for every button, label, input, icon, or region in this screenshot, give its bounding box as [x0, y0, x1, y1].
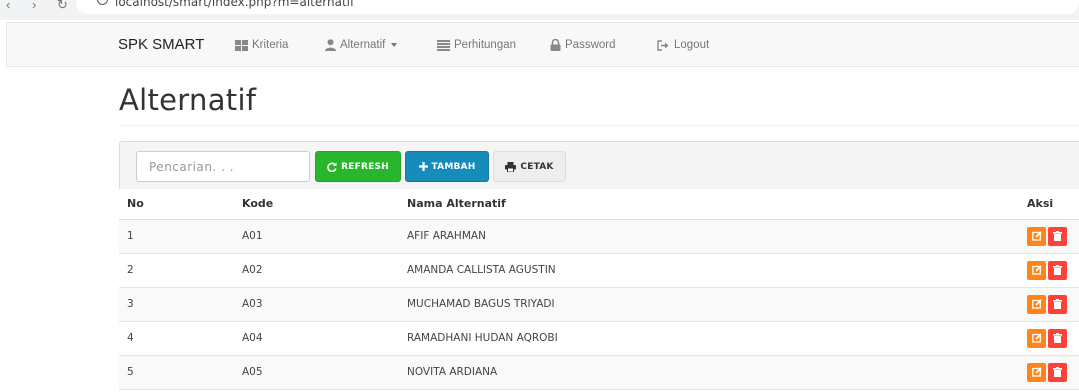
- edit-button[interactable]: [1027, 226, 1046, 246]
- refresh-label: REFRESH: [341, 161, 389, 172]
- delete-button[interactable]: [1048, 226, 1067, 246]
- nav-label: Alternatif: [340, 39, 386, 51]
- brand-link[interactable]: SPK SMART: [118, 36, 204, 54]
- cell-kode: A04: [234, 321, 399, 356]
- cell-nama: RAMADHANI HUDAN AQROBI: [399, 321, 1019, 356]
- delete-button[interactable]: [1048, 362, 1067, 382]
- cell-nama: AMANDA CALLISTA AGUSTIN: [399, 253, 1019, 288]
- browser-toolbar: ‹ › ↻ localhost/smart/index.php?m=altern…: [0, 0, 1079, 20]
- cell-no: 2: [119, 253, 234, 288]
- edit-button[interactable]: [1027, 328, 1046, 348]
- header-aksi: Aksi: [1019, 189, 1079, 220]
- list-icon: [437, 39, 450, 51]
- nav-label: Password: [565, 39, 616, 51]
- cell-kode: A03: [234, 287, 399, 322]
- back-icon[interactable]: ‹: [6, 0, 10, 13]
- edit-button[interactable]: [1027, 260, 1046, 280]
- refresh-button[interactable]: REFRESH: [315, 151, 401, 182]
- print-icon: [505, 161, 517, 172]
- alternatif-table: No Kode Nama Alternatif Aksi 1 A01 AFIF …: [119, 189, 1079, 390]
- delete-button[interactable]: [1048, 260, 1067, 280]
- log-out-icon: [657, 39, 669, 51]
- table-row: 4 A04 RAMADHANI HUDAN AQROBI: [119, 321, 1079, 356]
- cell-kode: A01: [234, 219, 399, 254]
- delete-button[interactable]: [1048, 294, 1067, 314]
- cell-nama: NOVITA ARDIANA: [399, 355, 1019, 390]
- plus-icon: [418, 162, 428, 171]
- edit-icon: [1031, 299, 1042, 309]
- trash-icon: [1053, 299, 1062, 309]
- cell-nama: AFIF ARAHMAN: [399, 219, 1019, 254]
- edit-button[interactable]: [1027, 294, 1046, 314]
- th-large-icon: [235, 39, 248, 51]
- cell-no: 5: [119, 355, 234, 390]
- cell-aksi: [1019, 287, 1079, 322]
- nav-label: Kriteria: [252, 39, 289, 51]
- delete-button[interactable]: [1048, 328, 1067, 348]
- nav-item-logout[interactable]: Logout: [657, 38, 709, 52]
- cell-aksi: [1019, 219, 1079, 254]
- cell-kode: A02: [234, 253, 399, 288]
- nav-label: Logout: [674, 39, 710, 51]
- trash-icon: [1053, 231, 1062, 241]
- cell-aksi: [1019, 253, 1079, 288]
- chevron-down-icon: [391, 43, 398, 47]
- header-divider: [119, 125, 1079, 126]
- search-input[interactable]: [136, 151, 310, 182]
- cell-no: 4: [119, 321, 234, 356]
- navbar: SPK SMART Kriteria Alternatif Perhitunga…: [6, 22, 1079, 67]
- table-row: 3 A03 MUCHAMAD BAGUS TRIYADI: [119, 287, 1079, 322]
- reload-icon[interactable]: ↻: [57, 0, 68, 13]
- table-row: 2 A02 AMANDA CALLISTA AGUSTIN: [119, 253, 1079, 288]
- user-icon: [325, 39, 336, 51]
- cell-no: 3: [119, 287, 234, 322]
- tambah-label: TAMBAH: [431, 161, 476, 172]
- forward-icon[interactable]: ›: [32, 0, 36, 13]
- cell-kode: A05: [234, 355, 399, 390]
- cell-aksi: [1019, 321, 1079, 356]
- table-header-row: No Kode Nama Alternatif Aksi: [119, 189, 1079, 220]
- edit-button[interactable]: [1027, 362, 1046, 382]
- cell-aksi: [1019, 355, 1079, 390]
- nav-label: Perhitungan: [454, 39, 517, 51]
- cell-no: 1: [119, 219, 234, 254]
- trash-icon: [1053, 333, 1062, 343]
- page-title: Alternatif: [119, 83, 257, 117]
- nav-item-alternatif[interactable]: Alternatif: [325, 38, 398, 52]
- cetak-label: CETAK: [520, 161, 554, 172]
- table-row: 1 A01 AFIF ARAHMAN: [119, 219, 1079, 254]
- tambah-button[interactable]: TAMBAH: [405, 151, 489, 182]
- header-nama: Nama Alternatif: [399, 189, 1019, 220]
- cell-nama: MUCHAMAD BAGUS TRIYADI: [399, 287, 1019, 322]
- edit-icon: [1031, 265, 1042, 275]
- url-text: localhost/smart/index.php?m=alternatif: [115, 0, 355, 9]
- header-kode: Kode: [234, 189, 399, 220]
- nav-item-password[interactable]: Password: [550, 38, 616, 52]
- panel-toolbar: REFRESH TAMBAH CETAK: [119, 141, 1079, 189]
- edit-icon: [1031, 333, 1042, 343]
- trash-icon: [1053, 367, 1062, 377]
- lock-icon: [550, 39, 561, 51]
- edit-icon: [1031, 231, 1042, 241]
- trash-icon: [1053, 265, 1062, 275]
- cetak-button[interactable]: CETAK: [493, 151, 566, 182]
- edit-icon: [1031, 367, 1042, 377]
- header-no: No: [119, 189, 234, 220]
- nav-item-perhitungan[interactable]: Perhitungan: [437, 38, 516, 52]
- nav-item-kriteria[interactable]: Kriteria: [235, 38, 288, 52]
- refresh-icon: [327, 162, 337, 172]
- table-row: 5 A05 NOVITA ARDIANA: [119, 355, 1079, 390]
